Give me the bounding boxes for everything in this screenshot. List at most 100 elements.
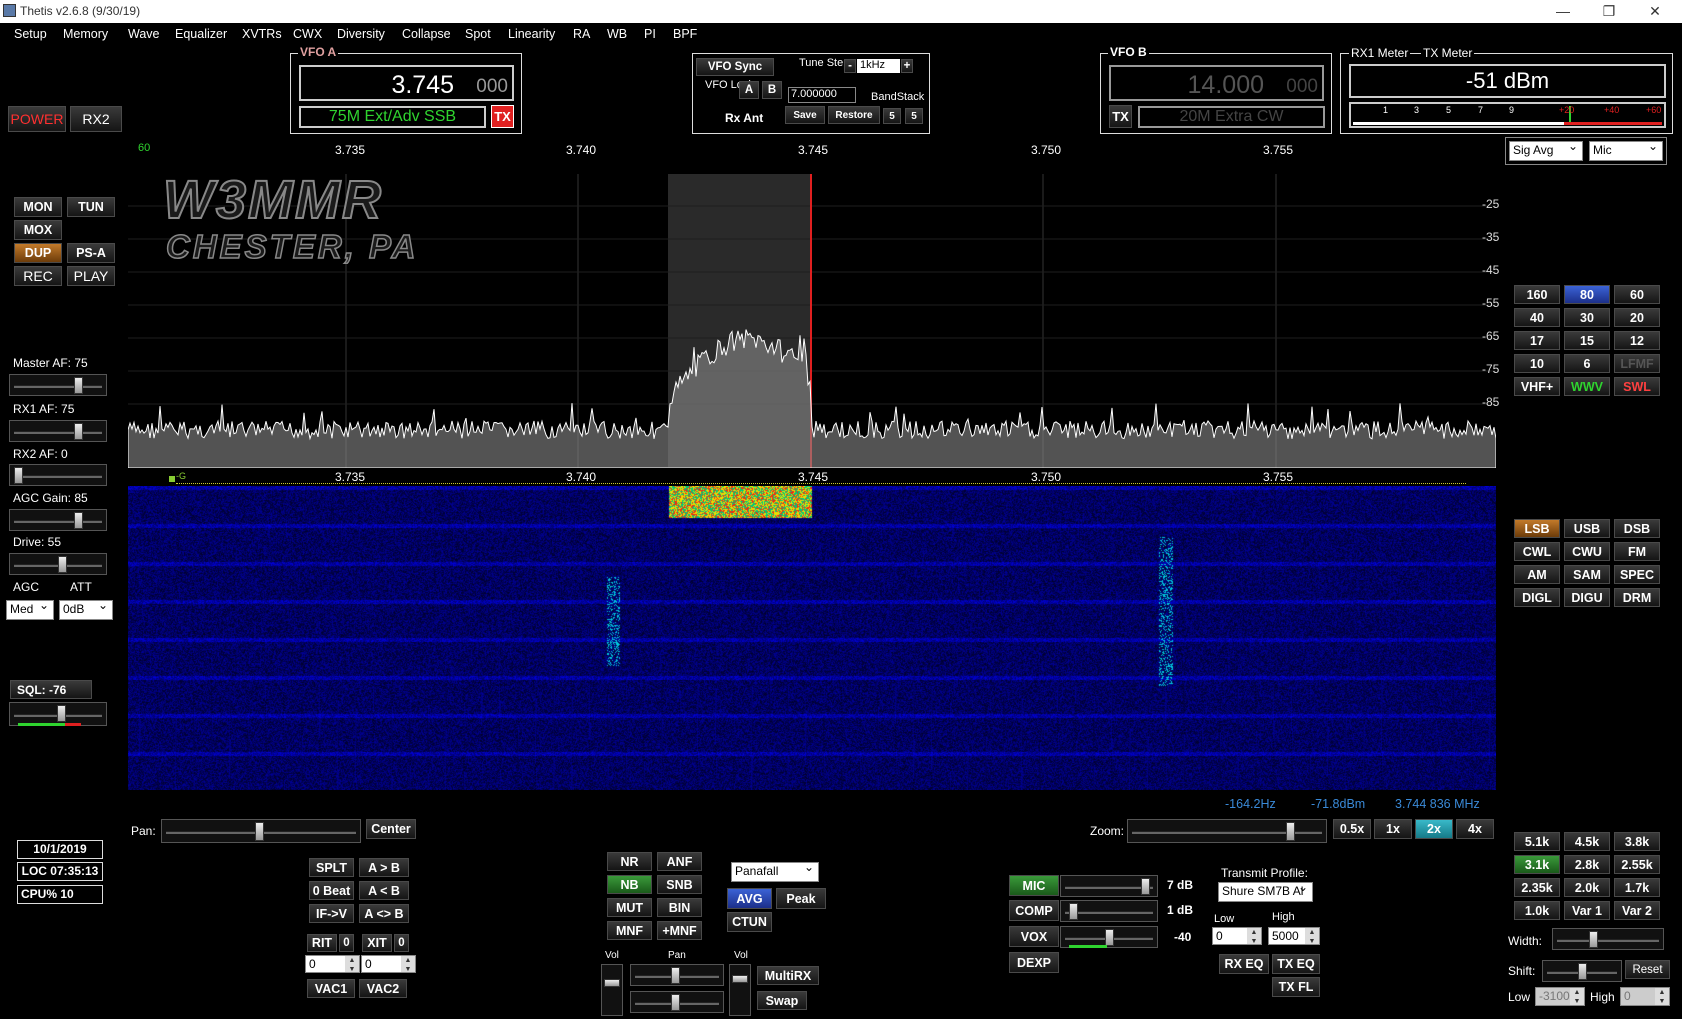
dexp-button[interactable]: DEXP: [1009, 952, 1059, 973]
tx-eq-button[interactable]: TX EQ: [1272, 954, 1320, 974]
mode-button-usb[interactable]: USB: [1564, 519, 1610, 538]
rx1-vol-vslider[interactable]: [601, 964, 623, 1016]
zoom-4x-button[interactable]: 4x: [1456, 819, 1494, 839]
vac1-button[interactable]: VAC1: [307, 979, 355, 998]
mode-button-am[interactable]: AM: [1514, 565, 1560, 584]
play-button[interactable]: PLAY: [67, 266, 115, 286]
menu-bpf[interactable]: BPF: [673, 27, 697, 41]
peak-button[interactable]: Peak: [776, 888, 826, 909]
snb-button[interactable]: SNB: [657, 875, 702, 894]
split-button[interactable]: SPLT: [309, 858, 354, 877]
rx2-button[interactable]: RX2: [70, 106, 122, 132]
filter-reset-button[interactable]: Reset: [1625, 960, 1670, 979]
band-button-17[interactable]: 17: [1514, 331, 1560, 350]
vfo-a-tx-button[interactable]: TX: [491, 105, 514, 128]
if-to-v-button[interactable]: IF->V: [309, 904, 354, 923]
band-button-15[interactable]: 15: [1564, 331, 1610, 350]
tx-filter-high-input[interactable]: 5000 ▲ ▼: [1268, 927, 1320, 945]
vox-slider[interactable]: [1060, 926, 1158, 948]
band-button-60[interactable]: 60: [1614, 285, 1660, 304]
plus-mnf-button[interactable]: +MNF: [657, 921, 702, 940]
comp-slider[interactable]: [1060, 900, 1158, 922]
waterfall-canvas[interactable]: [128, 486, 1496, 790]
mode-button-sam[interactable]: SAM: [1564, 565, 1610, 584]
bandstack-freq-input[interactable]: 7.000000: [788, 87, 856, 103]
mode-button-digl[interactable]: DIGL: [1514, 588, 1560, 607]
nr-button[interactable]: NR: [607, 852, 652, 871]
bandstack-restore-button[interactable]: Restore: [828, 106, 880, 124]
menu-memory[interactable]: Memory: [63, 27, 108, 41]
bandstack-5-button-2[interactable]: 5: [905, 108, 923, 124]
filter-high-input[interactable]: 0 ▲ ▼: [1620, 987, 1670, 1006]
filter-button-4-5k[interactable]: 4.5k: [1564, 832, 1610, 851]
menu-linearity[interactable]: Linearity: [508, 27, 555, 41]
vox-button[interactable]: VOX: [1009, 926, 1059, 947]
band-button-160[interactable]: 160: [1514, 285, 1560, 304]
band-button-10[interactable]: 10: [1514, 354, 1560, 373]
mute-button[interactable]: MUT: [607, 898, 652, 917]
vfo-a-display[interactable]: 3.745 000: [299, 65, 514, 101]
mox-button[interactable]: MOX: [14, 220, 62, 240]
vfo-lock-a-button[interactable]: A: [739, 81, 759, 99]
power-button[interactable]: POWER: [8, 106, 66, 132]
mon-button[interactable]: MON: [14, 197, 62, 217]
filter-button-2-0k[interactable]: 2.0k: [1564, 878, 1610, 897]
vfo-b-display[interactable]: 14.000 000: [1109, 65, 1324, 101]
sql-slider[interactable]: [9, 702, 107, 726]
shift-slider[interactable]: [1542, 960, 1622, 982]
filter-button-2-8k[interactable]: 2.8k: [1564, 855, 1610, 874]
filter-button-1-0k[interactable]: 1.0k: [1514, 901, 1560, 920]
restore-icon[interactable]: ❐: [1586, 1, 1632, 22]
tun-button[interactable]: TUN: [67, 197, 115, 217]
rit-input[interactable]: 0 ▲ ▼: [305, 955, 360, 973]
band-button-80[interactable]: 80: [1564, 285, 1610, 304]
mic-button[interactable]: MIC: [1009, 875, 1059, 896]
menu-ra[interactable]: RA: [573, 27, 590, 41]
filter-button-var-2[interactable]: Var 2: [1614, 901, 1660, 920]
mode-button-dsb[interactable]: DSB: [1614, 519, 1660, 538]
sql-button[interactable]: SQL: -76: [10, 680, 92, 699]
rec-button[interactable]: REC: [14, 266, 62, 286]
menu-collapse[interactable]: Collapse: [402, 27, 451, 41]
mode-button-digu[interactable]: DIGU: [1564, 588, 1610, 607]
menu-diversity[interactable]: Diversity: [337, 27, 385, 41]
mode-button-drm[interactable]: DRM: [1614, 588, 1660, 607]
band-button-wwv[interactable]: WWV: [1564, 377, 1610, 396]
dup-button[interactable]: DUP: [14, 243, 62, 263]
rx2-af-slider[interactable]: [9, 464, 107, 486]
menu-xvtrs[interactable]: XVTRs: [242, 27, 282, 41]
band-button-lfmf[interactable]: LFMF: [1614, 354, 1660, 373]
band-button-30[interactable]: 30: [1564, 308, 1610, 327]
rx-ant-label[interactable]: Rx Ant: [725, 111, 763, 125]
close-icon[interactable]: ✕: [1632, 1, 1678, 22]
filter-button-var-1[interactable]: Var 1: [1564, 901, 1610, 920]
center-button[interactable]: Center: [366, 819, 416, 839]
width-slider[interactable]: [1552, 928, 1664, 950]
drive-slider[interactable]: [9, 553, 107, 575]
panadapter[interactable]: 60 3.735 3.740 3.745 3.750 3.755 -25 -35…: [128, 140, 1499, 468]
rx1-pan-slider[interactable]: [630, 964, 724, 986]
menu-pi[interactable]: PI: [644, 27, 656, 41]
a-swap-b-button[interactable]: A <> B: [359, 904, 409, 923]
bin-button[interactable]: BIN: [657, 898, 702, 917]
band-button-swl[interactable]: SWL: [1614, 377, 1660, 396]
filter-button-2-55k[interactable]: 2.55k: [1614, 855, 1660, 874]
bandstack-save-button[interactable]: Save: [785, 106, 825, 124]
filter-low-input[interactable]: -3100 ▲ ▼: [1535, 987, 1585, 1006]
vfo-sync-button[interactable]: VFO Sync: [696, 58, 774, 76]
ps-a-button[interactable]: PS-A: [67, 243, 115, 263]
tx-filter-button[interactable]: TX FL: [1272, 977, 1320, 997]
tx-meter-select[interactable]: Mic: [1589, 139, 1663, 161]
menu-wave[interactable]: Wave: [128, 27, 160, 41]
master-af-slider[interactable]: [9, 374, 107, 396]
filter-button-3-1k[interactable]: 3.1k: [1514, 855, 1560, 874]
rit-button[interactable]: RIT: [307, 934, 337, 952]
minimize-icon[interactable]: —: [1540, 1, 1586, 22]
filter-button-1-7k[interactable]: 1.7k: [1614, 878, 1660, 897]
band-button-vhf-[interactable]: VHF+: [1514, 377, 1560, 396]
band-button-12[interactable]: 12: [1614, 331, 1660, 350]
menu-cwx[interactable]: CWX: [293, 27, 322, 41]
mode-button-cwl[interactable]: CWL: [1514, 542, 1560, 561]
nb-button[interactable]: NB: [607, 875, 652, 894]
waterfall[interactable]: 3.735 3.740 3.745 3.750 3.755 -G: [128, 468, 1496, 794]
